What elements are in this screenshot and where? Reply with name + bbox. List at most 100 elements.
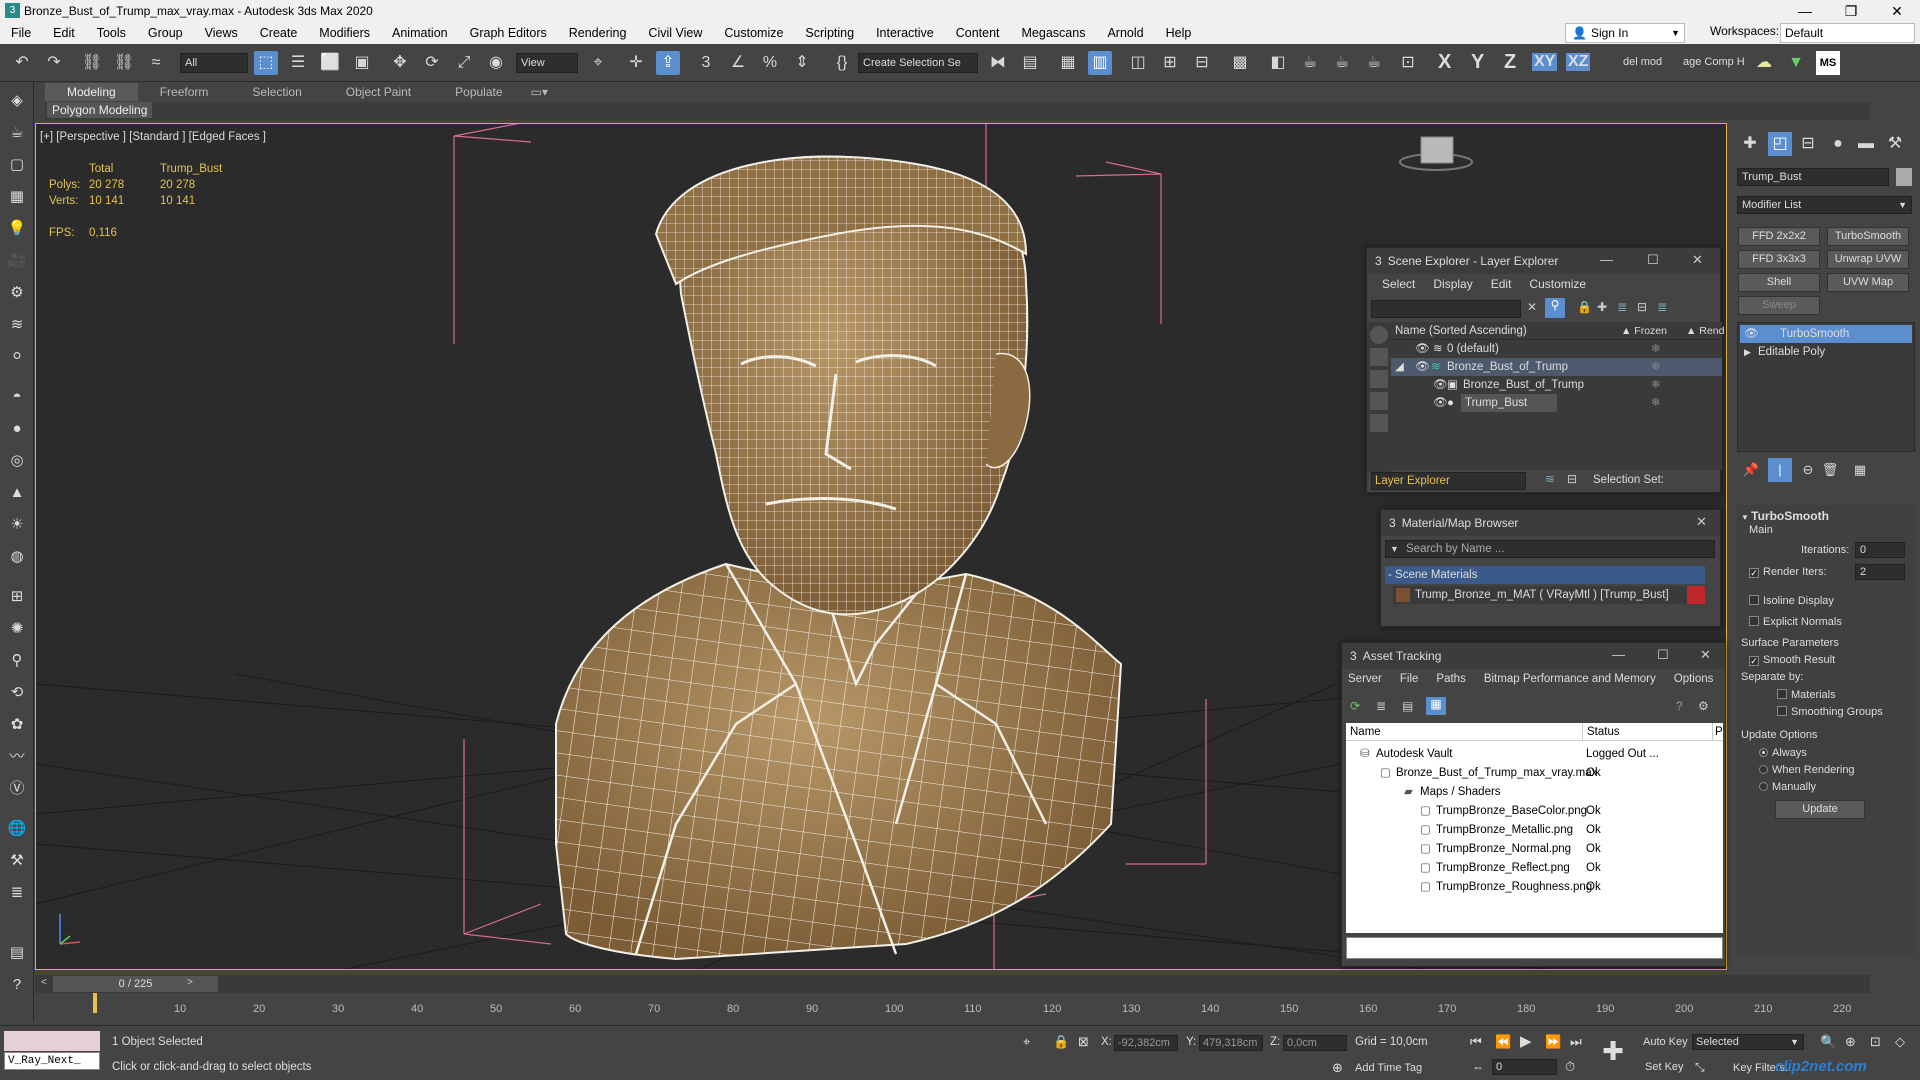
ribbon-options-icon[interactable]: ▭▾ <box>525 85 554 99</box>
time-tag-icon[interactable]: ⊕ <box>1332 1060 1343 1076</box>
menu-graph-editors[interactable]: Graph Editors <box>459 26 558 40</box>
menu-megascans[interactable]: Megascans <box>1011 26 1097 40</box>
minimize-icon[interactable]: — <box>1782 0 1828 22</box>
tab-populate[interactable]: Populate <box>433 85 524 99</box>
eye-icon[interactable]: 👁 <box>1433 376 1448 394</box>
eye-icon[interactable]: 👁 <box>1433 394 1448 412</box>
scale-icon[interactable]: ⤢ <box>452 51 476 75</box>
stack-item-turbosmooth[interactable]: 👁 TurboSmooth <box>1740 325 1912 343</box>
frozen-icon[interactable]: ❄ <box>1651 340 1661 358</box>
menu-customize[interactable]: Customize <box>1520 277 1595 291</box>
utilities-tab-icon[interactable]: ⚒ <box>1883 132 1907 156</box>
asset-row[interactable]: ▢ TrumpBronze_Normal.png Ok <box>1346 840 1723 858</box>
x-coordinate-field[interactable]: -92,382cm <box>1114 1035 1178 1051</box>
menu-paths[interactable]: Paths <box>1427 673 1474 685</box>
time-slider-thumb[interactable]: 0 / 225 <box>53 976 218 992</box>
light-icon[interactable]: 💡 <box>6 218 28 240</box>
ffd-2x2x2-button[interactable]: FFD 2x2x2 <box>1738 227 1820 246</box>
stack-item-editable-poly[interactable]: ▶ Editable Poly <box>1740 343 1912 361</box>
motion-icon[interactable]: ⟲ <box>6 682 28 704</box>
snaps-toggle-icon[interactable]: 3 <box>694 51 718 75</box>
always-row[interactable]: Always <box>1759 747 1807 759</box>
eye-icon[interactable]: 👁 <box>1415 340 1430 358</box>
move-icon[interactable]: ✥ <box>388 51 412 75</box>
render-setup-icon[interactable]: ▩ <box>1228 51 1252 75</box>
make-unique-icon[interactable]: ⊖ <box>1796 458 1820 482</box>
menu-group[interactable]: Group <box>137 26 194 40</box>
sign-in-dropdown[interactable]: 👤 Sign In ▼ <box>1565 23 1685 43</box>
shell-button[interactable]: Shell <box>1738 273 1820 292</box>
prev-frame-icon[interactable]: < <box>41 977 47 988</box>
column-name[interactable]: Name <box>1350 723 1381 741</box>
sphere-icon[interactable]: ● <box>6 418 28 440</box>
menu-scripting[interactable]: Scripting <box>794 26 865 40</box>
materials-checkbox[interactable] <box>1777 689 1787 699</box>
previous-frame-icon[interactable]: ⏪ <box>1495 1034 1511 1050</box>
close-icon[interactable]: ✕ <box>1692 252 1703 268</box>
hierarchy-tab-icon[interactable]: ⊟ <box>1796 132 1820 156</box>
hierarchy-icon[interactable]: ⊟ <box>1637 300 1647 314</box>
render-activeshade-icon[interactable]: ☕ <box>1362 51 1386 75</box>
cylinder-icon[interactable]: ◎ <box>6 450 28 472</box>
tree-row[interactable]: 👁 ▣ Bronze_Bust_of_Trump ❄ <box>1391 376 1722 394</box>
eye-icon[interactable]: 👁 <box>1415 358 1430 376</box>
axis-z-button[interactable]: Z <box>1504 51 1516 74</box>
y-coordinate-field[interactable]: 479,318cm <box>1199 1035 1263 1051</box>
asset-row[interactable]: ▢ Bronze_Bust_of_Trump_max_vray.max Ok <box>1346 764 1723 782</box>
select-object-icon[interactable]: ⬚ <box>254 51 278 75</box>
set-key-big-icon[interactable]: ✚ <box>1598 1036 1628 1066</box>
zoom-all-icon[interactable]: ⊕ <box>1845 1034 1856 1050</box>
absolute-mode-icon[interactable]: ⊠ <box>1078 1034 1089 1050</box>
smooth-result-row[interactable]: ✓ Smooth Result <box>1749 654 1835 666</box>
plane-icon[interactable]: ▦ <box>6 186 28 208</box>
spacewarp-icon[interactable]: ≋ <box>6 314 28 336</box>
tab-selection[interactable]: Selection <box>230 85 323 99</box>
unlink-icon[interactable]: ⛓ <box>112 51 136 75</box>
asset-row[interactable]: ⛁ Autodesk Vault Logged Out ... <box>1346 745 1723 763</box>
zoom-extents-icon[interactable]: ⊡ <box>1870 1034 1881 1050</box>
hair-icon[interactable]: 〰 <box>6 746 28 768</box>
menu-edit[interactable]: Edit <box>42 26 86 40</box>
box-icon[interactable]: ▢ <box>6 154 28 176</box>
display-tab-icon[interactable]: ▬ <box>1854 132 1878 156</box>
menu-file[interactable]: File <box>0 26 42 40</box>
add-to-layer-icon[interactable]: ≣ <box>1617 300 1627 314</box>
frozen-icon[interactable]: ❄ <box>1651 394 1661 412</box>
rotate-icon[interactable]: ⟳ <box>420 51 444 75</box>
asset-row[interactable]: ▢ TrumpBronze_Reflect.png Ok <box>1346 859 1723 877</box>
scene-explorer-search[interactable] <box>1371 300 1521 318</box>
expand-icon[interactable]: ◢ <box>1395 358 1404 376</box>
rectangular-selection-icon[interactable]: ⬜ <box>318 51 342 75</box>
tab-freeform[interactable]: Freeform <box>138 85 231 99</box>
hierarchy-toggle-icon[interactable]: ⊟ <box>1567 472 1577 486</box>
clear-search-icon[interactable]: ✕ <box>1527 300 1537 314</box>
tab-modeling[interactable]: Modeling <box>45 83 138 101</box>
menu-arnold[interactable]: Arnold <box>1096 26 1154 40</box>
list-view-icon[interactable]: ≣ <box>1376 699 1386 713</box>
add-time-tag[interactable]: Add Time Tag <box>1355 1062 1422 1074</box>
isoline-checkbox[interactable] <box>1749 595 1759 605</box>
column-extra[interactable]: P <box>1712 723 1723 741</box>
material-editor-icon[interactable]: ⊟ <box>1190 51 1214 75</box>
menu-bitmap-performance[interactable]: Bitmap Performance and Memory <box>1475 673 1665 685</box>
helper-icon[interactable]: ⚙ <box>6 282 28 304</box>
select-by-name-icon[interactable]: ☰ <box>286 51 310 75</box>
comp-help-button[interactable]: age Comp Help <box>1683 56 1745 68</box>
column-render[interactable]: ▲ Rend <box>1686 322 1724 340</box>
percent-snap-icon[interactable]: % <box>758 51 782 75</box>
update-button[interactable]: Update <box>1775 800 1865 819</box>
remove-modifier-icon[interactable]: 🗑 <box>1818 458 1842 482</box>
maximize-icon[interactable]: ☐ <box>1647 252 1659 268</box>
named-selection-set-dropdown[interactable]: Create Selection Se <box>858 53 978 73</box>
key-mode-toggle-icon[interactable]: ⤡ <box>1695 1060 1705 1075</box>
help-icon[interactable]: ? <box>6 974 28 996</box>
curve-editor-icon[interactable]: ◫ <box>1126 51 1150 75</box>
keyboard-shortcut-override-icon[interactable]: ⇪ <box>656 51 680 75</box>
help-icon[interactable]: ? <box>1676 699 1683 713</box>
scene-explorer-icon[interactable]: ▥ <box>1088 51 1112 75</box>
maximize-icon[interactable]: ❐ <box>1828 0 1874 22</box>
selection-filter-dropdown[interactable]: All <box>180 53 248 73</box>
grid-view-icon[interactable]: ▦ <box>1426 697 1446 715</box>
render-iters-row[interactable]: ✓ Render Iters: <box>1749 566 1827 578</box>
go-to-start-icon[interactable]: ⏮ <box>1470 1034 1482 1050</box>
